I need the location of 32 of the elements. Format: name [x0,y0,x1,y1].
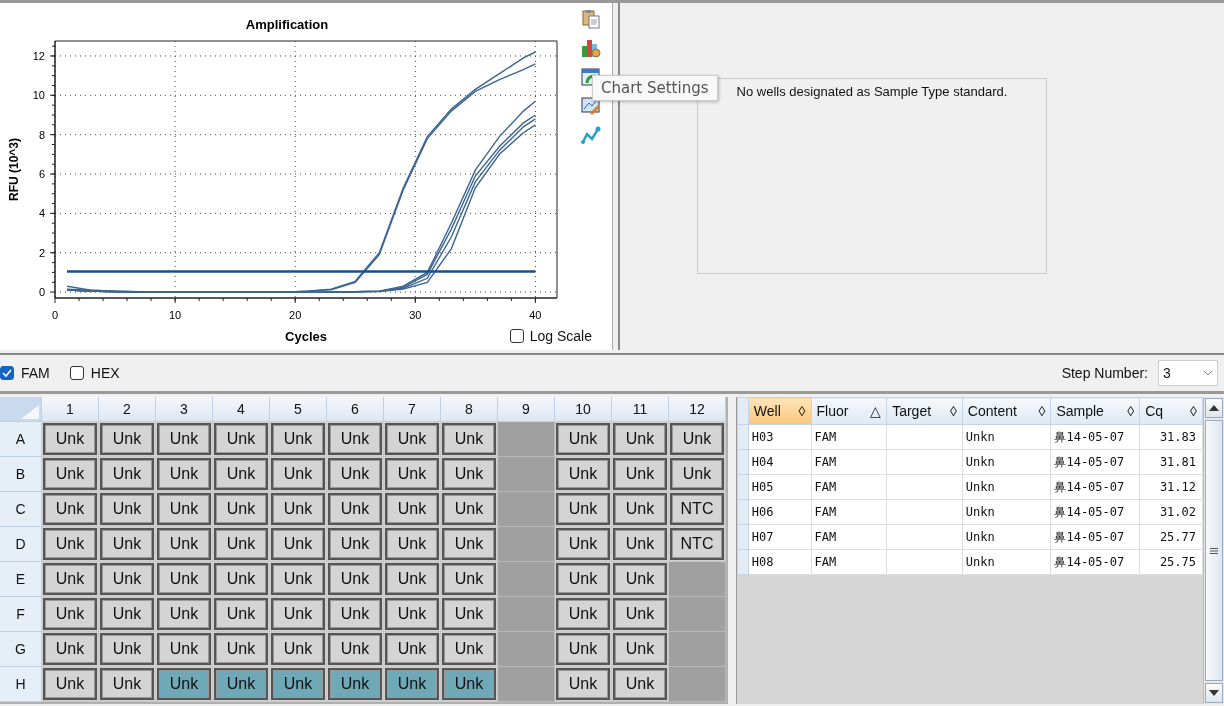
step-number-label: Step Number: [1061,365,1148,381]
table-cell: 鼻14-05-07 [1050,524,1140,550]
table-cell: 鼻14-05-07 [1050,474,1140,500]
x-tick-label: 20 [289,309,302,321]
table-cell: Unkn [962,449,1051,475]
table-cell: Unkn [962,549,1051,575]
y-tick-label: 6 [38,168,45,181]
y-tick-label: 4 [38,207,45,220]
x-axis-label: Cycles [285,329,327,344]
x-tick-label: 30 [409,309,422,321]
table-cell: Unkn [962,474,1051,500]
table-cell: Unkn [962,499,1051,525]
x-tick-label: 10 [168,309,182,321]
y-tick-label: 12 [32,49,45,62]
x-tick-label: 0 [51,309,59,321]
table-cell: 鼻14-05-07 [1050,449,1140,475]
table-cell: 鼻14-05-07 [1050,549,1140,575]
y-tick-label: 2 [38,246,45,259]
y-tick-label: 0 [38,286,45,299]
tooltip: Chart Settings [592,75,718,101]
y-axis-label: RFU (10^3) [7,138,21,201]
fluorophore-label: HEX [90,365,120,381]
table-cell: Unkn [962,424,1051,450]
y-tick-label: 8 [38,128,45,141]
table-cell: 鼻14-05-07 [1050,499,1140,525]
table-cell: 鼻14-05-07 [1050,424,1140,450]
y-tick-label: 10 [32,89,45,102]
x-tick-label: 40 [529,309,542,321]
chart-title: Amplification [245,17,329,32]
fluorophore-label: FAM [21,365,50,381]
table-cell: Unkn [962,524,1051,550]
log-scale-label: Log Scale [529,328,592,344]
